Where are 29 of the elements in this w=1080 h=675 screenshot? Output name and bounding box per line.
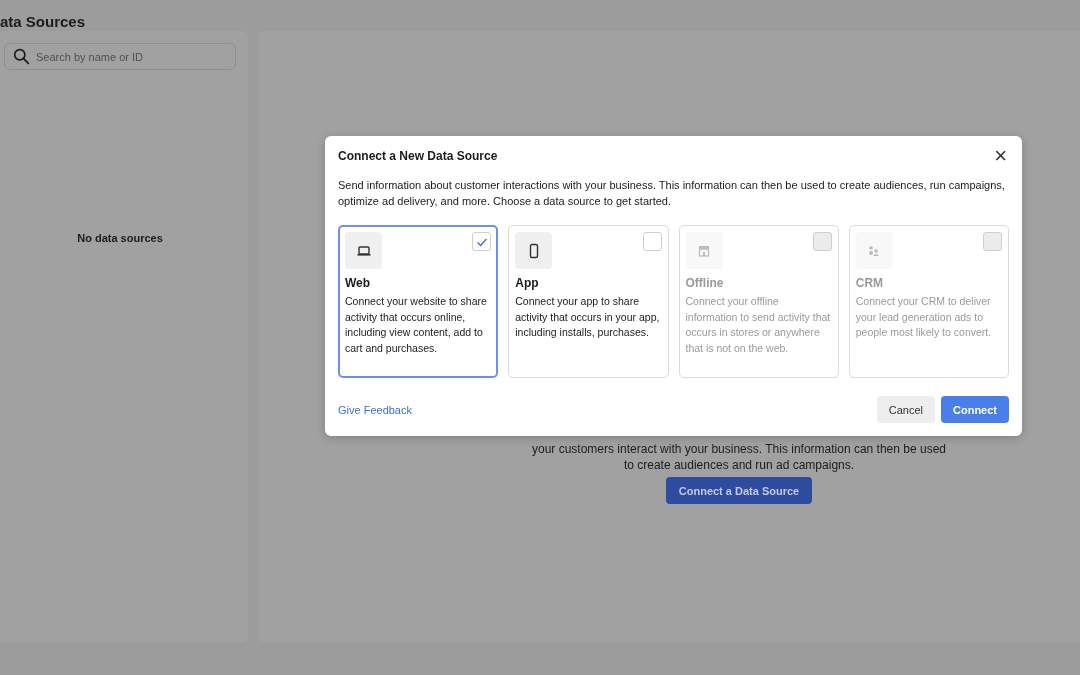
empty-state-text: No data sources	[76, 232, 164, 244]
option-description: Connect your website to share activity that occurs online, including view content, add to cart and purchases.	[345, 294, 488, 356]
search-icon	[13, 48, 30, 65]
store-icon	[685, 232, 723, 269]
people-icon	[855, 232, 893, 269]
connect-button[interactable]: Connect	[941, 396, 1009, 423]
page-title: ata Sources	[0, 12, 87, 31]
give-feedback-link[interactable]: Give Feedback	[338, 403, 412, 416]
description-line: your customers interact with your business. This information can then be used	[532, 441, 946, 457]
checkbox[interactable]	[642, 232, 662, 251]
data-source-option[interactable]: Web Connect your website to share activity that occurs online, including view content, add to cart and purchases.	[338, 225, 499, 378]
connect-data-source-button[interactable]: Connect a Data Source	[665, 477, 813, 504]
option-title: Offline	[685, 276, 725, 290]
option-description: Connect your app to share activity that occurs in your app, including installs, purchases.	[515, 294, 661, 340]
laptop-icon	[345, 232, 382, 269]
dialog-title: Connect a New Data Source	[338, 149, 498, 163]
option-title: CRM	[855, 276, 885, 290]
data-source-option[interactable]: App Connect your app to share activity that occurs in your app, including installs, purchases.	[508, 225, 669, 378]
dialog-intro: Send information about customer interactions with your business. This information can then be used to create audiences, run campaigns, optimize ad delivery, and more. Choose a data source to get started.	[338, 178, 1006, 209]
description-line: to create audiences and run ad campaigns.	[622, 457, 856, 473]
close-button[interactable]: ×	[992, 148, 1009, 164]
option-description: Connect your offline information to send activity that occurs in stores or anywhere that is not on the web.	[685, 294, 832, 356]
option-title: Web	[345, 276, 372, 290]
search-field[interactable]: Search by name or ID	[4, 43, 236, 70]
cancel-button[interactable]: Cancel	[876, 396, 935, 423]
option-title: App	[515, 276, 540, 290]
checkbox[interactable]	[472, 232, 492, 251]
phone-icon	[515, 232, 553, 269]
option-description: Connect your CRM to deliver your lead generation ads to people most likely to convert.	[855, 294, 993, 340]
